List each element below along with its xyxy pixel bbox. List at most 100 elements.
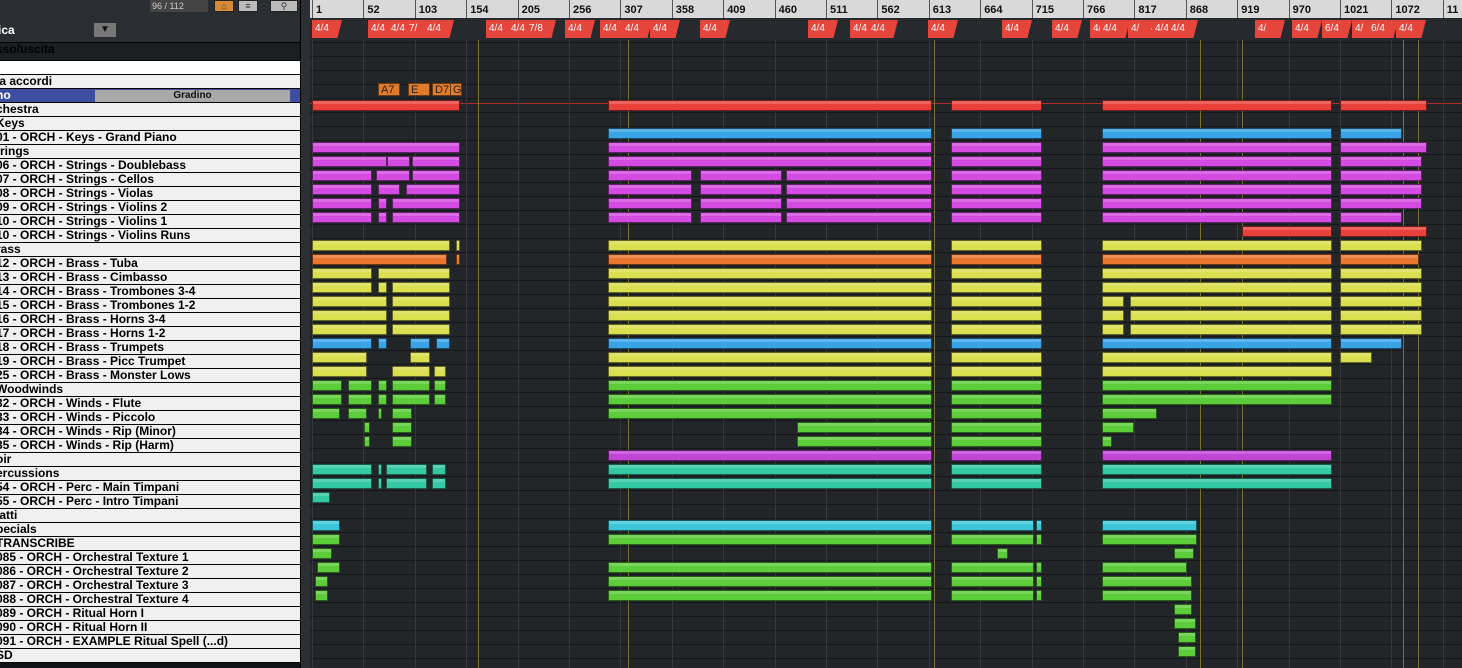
- event-part[interactable]: [608, 520, 932, 531]
- event-part[interactable]: [378, 268, 450, 279]
- event-part[interactable]: [951, 562, 1034, 573]
- event-part[interactable]: [456, 240, 460, 251]
- event-part[interactable]: [436, 338, 450, 349]
- event-part[interactable]: [376, 170, 410, 181]
- event-part[interactable]: [1036, 520, 1042, 531]
- event-part[interactable]: [392, 366, 430, 377]
- event-part[interactable]: [392, 324, 450, 335]
- event-part[interactable]: [1340, 184, 1422, 195]
- event-part[interactable]: [312, 478, 372, 489]
- event-part[interactable]: [312, 394, 342, 405]
- event-part[interactable]: [312, 212, 372, 223]
- event-part[interactable]: [315, 576, 328, 587]
- event-part[interactable]: [951, 128, 1042, 139]
- time-signature-event[interactable]: 6/4: [1322, 20, 1352, 38]
- event-part[interactable]: [608, 324, 932, 335]
- event-part[interactable]: [392, 380, 430, 391]
- event-part[interactable]: [392, 422, 412, 433]
- event-part[interactable]: [348, 394, 372, 405]
- event-part[interactable]: [434, 366, 446, 377]
- event-part[interactable]: [1130, 310, 1332, 321]
- event-part[interactable]: [1340, 100, 1427, 111]
- event-part[interactable]: [1340, 268, 1422, 279]
- event-part[interactable]: [608, 310, 932, 321]
- event-part[interactable]: [1102, 520, 1197, 531]
- track-row[interactable]: 32 - ORCH - Winds - Flute: [0, 397, 300, 411]
- event-part[interactable]: [951, 576, 1034, 587]
- track-row[interactable]: chestra: [0, 103, 300, 117]
- time-signature-event[interactable]: 4/4: [622, 20, 652, 38]
- track-row[interactable]: 35 - ORCH - Winds - Rip (Harm): [0, 439, 300, 453]
- event-part[interactable]: [1102, 478, 1332, 489]
- event-part[interactable]: [392, 408, 412, 419]
- event-part[interactable]: [951, 590, 1034, 601]
- track-row[interactable]: 16 - ORCH - Brass - Horns 3-4: [0, 313, 300, 327]
- event-part[interactable]: [392, 436, 412, 447]
- event-part[interactable]: [378, 394, 387, 405]
- track-row[interactable]: oir: [0, 453, 300, 467]
- event-part[interactable]: [1102, 590, 1192, 601]
- event-part[interactable]: [1102, 380, 1332, 391]
- track-row[interactable]: ia accordi: [0, 75, 300, 89]
- event-part[interactable]: [1102, 576, 1192, 587]
- event-part[interactable]: [412, 156, 460, 167]
- event-part[interactable]: [1178, 646, 1196, 657]
- event-part[interactable]: [1102, 282, 1332, 293]
- event-part[interactable]: [951, 520, 1034, 531]
- event-part[interactable]: [1340, 324, 1422, 335]
- track-row[interactable]: rass: [0, 243, 300, 257]
- event-part[interactable]: [312, 170, 372, 181]
- event-part[interactable]: [951, 212, 1042, 223]
- event-part[interactable]: [608, 478, 932, 489]
- event-part[interactable]: [608, 240, 932, 251]
- event-part[interactable]: [434, 380, 446, 391]
- track-row[interactable]: 087 - ORCH - Orchestral Texture 3: [0, 579, 300, 593]
- event-part[interactable]: [406, 184, 460, 195]
- event-part[interactable]: [312, 352, 367, 363]
- time-signature-event[interactable]: 4/4: [1052, 20, 1082, 38]
- event-part[interactable]: [348, 380, 372, 391]
- event-part[interactable]: [378, 212, 387, 223]
- track-row[interactable]: iatti: [0, 509, 300, 523]
- track-row[interactable]: 08 - ORCH - Strings - Violas: [0, 187, 300, 201]
- track-row[interactable]: 13 - ORCH - Brass - Cimbasso: [0, 271, 300, 285]
- event-part[interactable]: [378, 198, 387, 209]
- event-part[interactable]: [951, 338, 1042, 349]
- event-part[interactable]: [312, 548, 332, 559]
- event-part[interactable]: [1174, 548, 1194, 559]
- event-part[interactable]: [608, 394, 932, 405]
- event-part[interactable]: [951, 240, 1042, 251]
- event-part[interactable]: [951, 436, 1042, 447]
- event-part[interactable]: [312, 408, 340, 419]
- event-part[interactable]: [608, 576, 932, 587]
- event-part[interactable]: [312, 268, 372, 279]
- event-part[interactable]: [386, 464, 427, 475]
- event-part[interactable]: [951, 268, 1042, 279]
- track-row[interactable]: 34 - ORCH - Winds - Rip (Minor): [0, 425, 300, 439]
- event-part[interactable]: [1174, 604, 1192, 615]
- track-row[interactable]: Keys: [0, 117, 300, 131]
- track-row[interactable]: 06 - ORCH - Strings - Doublebass: [0, 159, 300, 173]
- event-part[interactable]: [1130, 296, 1332, 307]
- event-part[interactable]: [1102, 366, 1332, 377]
- event-part[interactable]: [1340, 240, 1422, 251]
- event-part[interactable]: [1102, 422, 1134, 433]
- track-row[interactable]: 54 - ORCH - Perc - Main Timpani: [0, 481, 300, 495]
- time-signature-event[interactable]: 4/4: [928, 20, 958, 38]
- event-part[interactable]: [348, 408, 367, 419]
- event-part[interactable]: [951, 450, 1042, 461]
- event-part[interactable]: [392, 282, 450, 293]
- event-part[interactable]: [951, 478, 1042, 489]
- event-part[interactable]: [1102, 338, 1332, 349]
- event-part[interactable]: [1102, 156, 1332, 167]
- event-part[interactable]: [951, 282, 1042, 293]
- event-part[interactable]: [364, 422, 370, 433]
- track-row[interactable]: [0, 61, 300, 75]
- time-signature-event[interactable]: 4/4: [1168, 20, 1198, 38]
- event-part[interactable]: [608, 338, 932, 349]
- event-part[interactable]: [312, 100, 460, 111]
- event-part[interactable]: [1036, 534, 1042, 545]
- visibility-dropdown-icon[interactable]: ▼: [94, 23, 116, 37]
- event-part[interactable]: [951, 534, 1034, 545]
- event-part[interactable]: [700, 198, 782, 209]
